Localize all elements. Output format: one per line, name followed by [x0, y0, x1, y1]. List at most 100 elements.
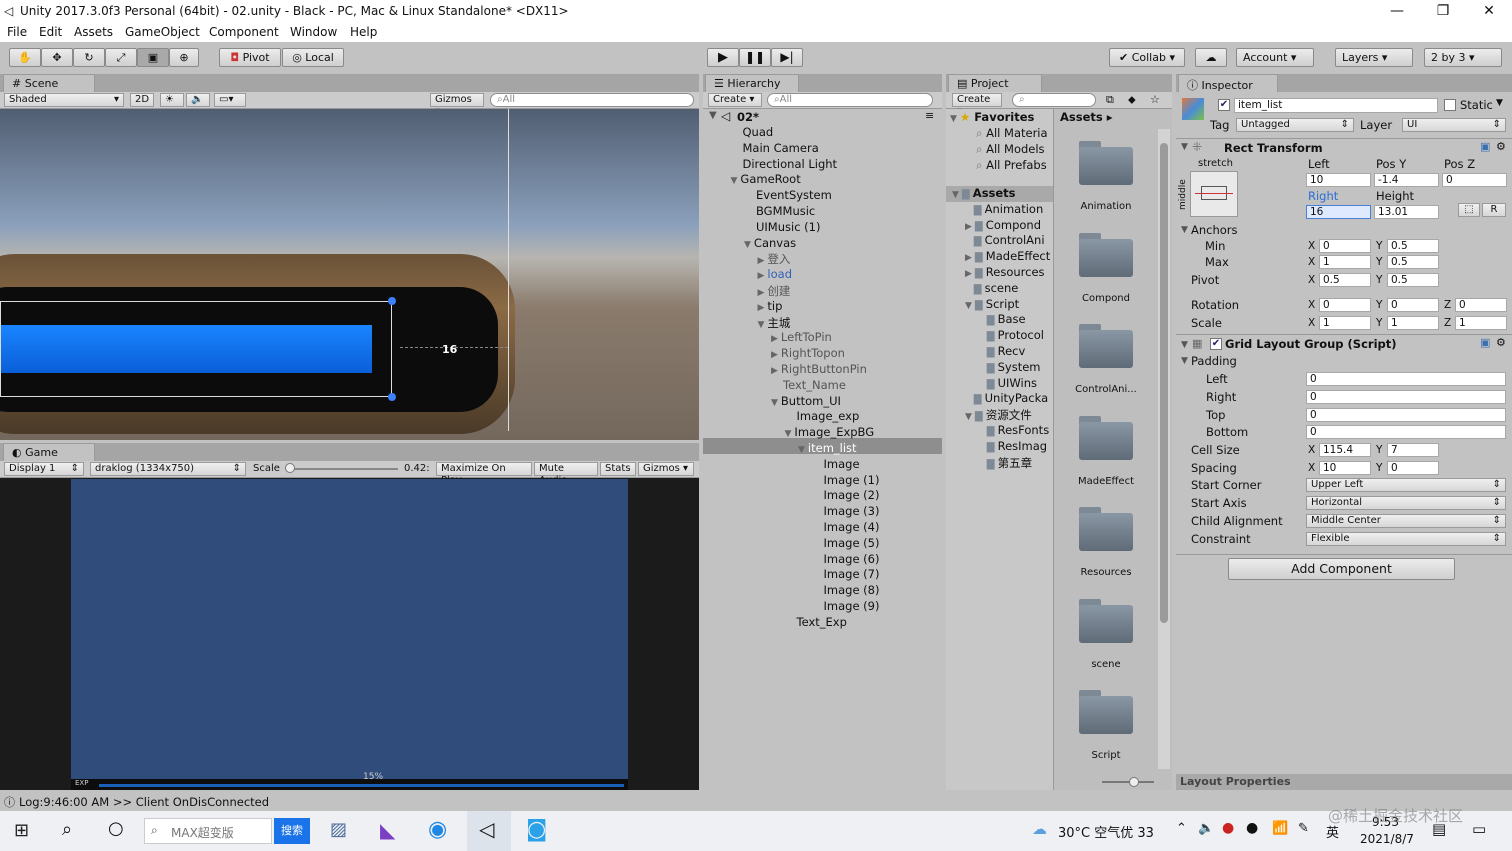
icon-size-slider[interactable] [1102, 781, 1154, 783]
project-tree-item[interactable]: ▇ System [978, 360, 1041, 374]
project-tree-item[interactable]: ▇ ResFonts [978, 423, 1049, 437]
hierarchy-item[interactable]: Image (2) [812, 488, 880, 502]
asset-folder-label[interactable]: scene [1054, 659, 1158, 670]
hierarchy-item[interactable]: Image (3) [812, 504, 880, 518]
expand-arrow-icon[interactable]: ▶ [758, 271, 765, 281]
menu-assets[interactable]: Assets [74, 25, 113, 39]
expand-arrow-icon[interactable]: ▼ [965, 412, 972, 422]
anchor-presets-button[interactable] [1190, 171, 1238, 217]
asset-scrollbar[interactable] [1158, 129, 1170, 769]
expand-arrow-icon[interactable]: ▼ [771, 398, 778, 408]
audio-icon[interactable]: 🔈 [186, 93, 210, 107]
menu-edit[interactable]: Edit [39, 25, 62, 39]
expand-arrow-icon[interactable]: ▶ [965, 222, 972, 232]
expand-arrow-icon[interactable]: ▼ [785, 429, 792, 439]
scale-slider-thumb[interactable] [285, 463, 295, 473]
asset-scrollbar-thumb[interactable] [1160, 143, 1168, 623]
pivot-toggle[interactable]: ◘ Pivot [219, 48, 281, 67]
project-tree-item[interactable]: ▇ Base [978, 312, 1026, 326]
left-input[interactable]: 10 [1306, 173, 1371, 187]
height-input[interactable]: 13.01 [1374, 205, 1439, 219]
cloud-icon[interactable]: ☁ [1195, 48, 1227, 67]
project-tree-item[interactable]: ▇ UIWins [978, 376, 1037, 390]
pen-icon[interactable]: ✎ [1298, 821, 1309, 836]
hierarchy-item[interactable]: ▼ Image_ExpBG [785, 425, 875, 439]
grid-foldout-arrow[interactable]: ▼ [1181, 340, 1188, 350]
favorite-item[interactable]: ⌕ All Prefabs [976, 158, 1047, 173]
asset-folder-label[interactable]: Animation [1054, 201, 1158, 212]
display-dropdown[interactable]: Display 1 ⇕ [4, 462, 84, 476]
pivot-y-input[interactable]: 0.5 [1387, 273, 1439, 287]
resolution-dropdown[interactable]: draklog (1334x750) ⇕ [90, 462, 246, 476]
hierarchy-create-dropdown[interactable]: Create ▾ [708, 93, 762, 107]
project-tree-item[interactable]: ▼ ▇ 资源文件 [965, 407, 1032, 423]
gameobject-name-input[interactable]: item_list [1234, 98, 1438, 113]
cell-size-y-input[interactable]: 7 [1387, 443, 1439, 457]
rect-handle-top[interactable] [388, 297, 396, 305]
step-button[interactable]: ▶| [771, 48, 803, 67]
scene-expand-arrow[interactable]: ▼ [709, 110, 717, 121]
component-settings-gear-icon[interactable]: ⚙ [1496, 140, 1506, 153]
project-tree-item[interactable]: ▼ ▇ Assets [952, 186, 1016, 200]
anchors-foldout-arrow[interactable]: ▼ [1181, 225, 1188, 235]
expand-arrow-icon[interactable]: ▶ [758, 288, 765, 298]
favorite-item[interactable]: ⌕ All Models [976, 142, 1045, 157]
tray-expand-icon[interactable]: ⌃ [1176, 821, 1187, 836]
expand-arrow-icon[interactable]: ▶ [965, 253, 972, 263]
game-gizmos-dropdown[interactable]: Gizmos ▾ [638, 462, 694, 476]
tab-inspector[interactable]: ⓘ Inspector [1178, 74, 1278, 92]
asset-folder-icon[interactable] [1077, 688, 1135, 736]
project-tree-item[interactable]: ▼ ▇ Script [965, 297, 1019, 311]
maximize-on-play-toggle[interactable]: Maximize On Play [436, 462, 532, 486]
hierarchy-item[interactable]: EventSystem [744, 188, 832, 202]
project-tree-item[interactable]: ▇ ResImag [978, 439, 1047, 453]
windows-start-icon[interactable]: ⊞ [14, 820, 29, 841]
play-button[interactable]: ▶ [707, 48, 739, 67]
expand-arrow-icon[interactable]: ▼ [965, 301, 972, 311]
asset-folder-label[interactable]: Compond [1054, 293, 1158, 304]
project-create-dropdown[interactable]: Create ▾ [952, 93, 1002, 117]
max-y-input[interactable]: 0.5 [1387, 255, 1439, 269]
hierarchy-scene-row[interactable]: ▼ ◁ 02* ≡ [703, 109, 942, 126]
rot-y-input[interactable]: 0 [1387, 298, 1439, 312]
weather-text[interactable]: 30°C 空气优 33 [1058, 822, 1154, 841]
clock-date[interactable]: 2021/8/7 [1360, 832, 1414, 846]
project-tree-item[interactable]: ▇ Animation [965, 202, 1044, 216]
hierarchy-item[interactable]: ▶ 登入 [758, 251, 791, 267]
move-tool-icon[interactable]: ✥ [41, 48, 73, 67]
help-icon[interactable]: ▣ [1480, 336, 1490, 349]
asset-folder-label[interactable]: ControlAni... [1054, 384, 1158, 395]
close-button[interactable]: ✕ [1466, 0, 1512, 23]
rect-handle-bottom[interactable] [388, 393, 396, 401]
minimize-button[interactable]: — [1374, 0, 1420, 23]
tab-hierarchy[interactable]: ☰ Hierarchy [705, 74, 799, 92]
taskbar-search-input[interactable]: ⌕ MAX超变版 [144, 818, 272, 844]
assets-breadcrumb[interactable]: Assets ▸ [1060, 110, 1113, 124]
hierarchy-item[interactable]: ▼ 主城 [758, 315, 791, 331]
expand-arrow-icon[interactable]: ▶ [771, 366, 778, 376]
filter-label-icon[interactable]: ⬥ [1128, 93, 1136, 107]
wifi-icon[interactable]: 📶 [1272, 821, 1288, 836]
expand-arrow-icon[interactable]: ▼ [758, 320, 765, 330]
static-dropdown-arrow[interactable]: ▼ [1496, 98, 1503, 108]
right-input[interactable]: 16 [1306, 205, 1371, 219]
hierarchy-item[interactable]: Image_exp [785, 409, 860, 423]
menu-gameobject[interactable]: GameObject [125, 25, 200, 39]
rect-tool-icon[interactable]: ▣ [137, 48, 169, 67]
hierarchy-item[interactable]: BGMMusic [744, 204, 815, 218]
scale-x-input[interactable]: 1 [1319, 316, 1371, 330]
project-tree-item[interactable]: ▇ UnityPacka [965, 391, 1048, 405]
account-dropdown[interactable]: Account ▾ [1236, 48, 1314, 67]
hierarchy-item[interactable]: Image (7) [812, 567, 880, 581]
help-icon[interactable]: ▣ [1480, 140, 1490, 153]
static-checkbox[interactable] [1444, 99, 1456, 111]
hierarchy-item[interactable]: Text_Exp [785, 615, 847, 629]
mute-audio-toggle[interactable]: Mute Audio [534, 462, 598, 486]
posy-input[interactable]: -1.4 [1374, 173, 1439, 187]
tab-scene[interactable]: # Scene [3, 74, 95, 92]
hierarchy-item[interactable]: Text_Name [771, 378, 846, 392]
rotate-tool-icon[interactable]: ↻ [73, 48, 105, 67]
asset-folder-icon[interactable] [1077, 505, 1135, 553]
min-x-input[interactable]: 0 [1319, 239, 1371, 253]
hierarchy-item[interactable]: Image (9) [812, 599, 880, 613]
